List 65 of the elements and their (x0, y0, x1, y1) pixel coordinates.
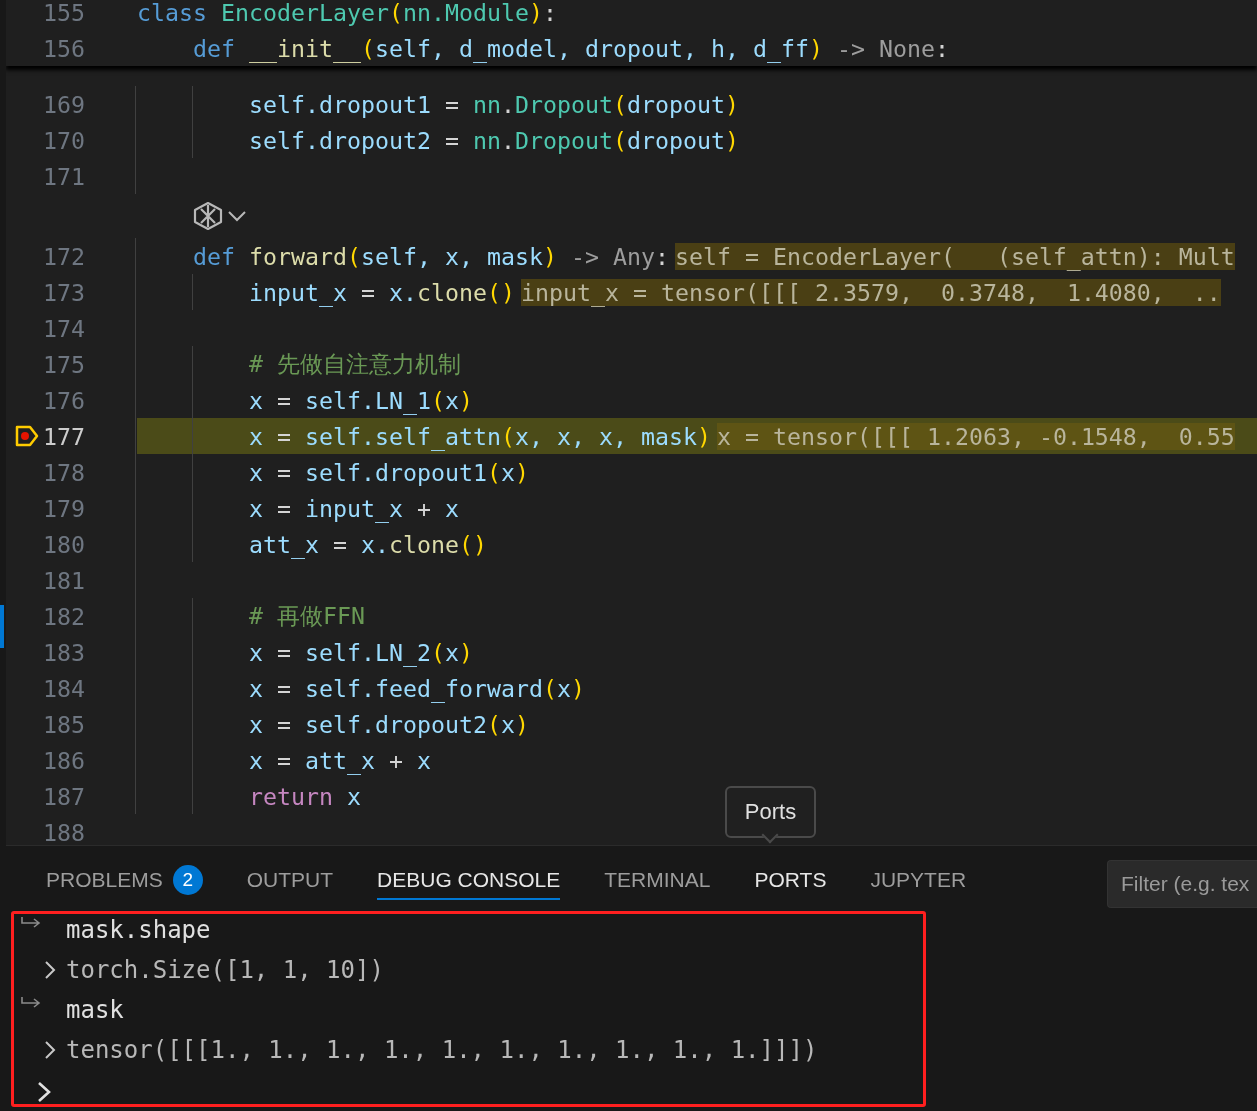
line-number: 180 (43, 530, 85, 558)
line-number: 179 (43, 494, 85, 522)
inline-value: input_x = tensor([[[ 2.3579, 0.3748, 1.4080, .. (520, 278, 1221, 306)
chevron-right-icon[interactable] (43, 1039, 57, 1061)
code-line: x = att_x + x (247, 746, 431, 774)
code-line: x = self.dropout1(x) (247, 458, 529, 486)
panel-tab[interactable]: TERMINAL (604, 860, 711, 900)
panel-tab[interactable]: PORTS (754, 860, 827, 900)
line-number: 177 (43, 422, 85, 450)
code-line: # 先做自注意力机制 (247, 348, 461, 379)
line-number: 155 (43, 0, 85, 26)
line-number: 174 (43, 314, 85, 342)
inline-value: x = tensor([[[ 1.2063, -0.1548, 0.55 (716, 422, 1235, 450)
line-number: 173 (43, 278, 85, 306)
code-line: def __init__(self, d_model, dropout, h, d_ff) -> None: (192, 34, 949, 62)
line-number: 185 (43, 710, 85, 738)
prompt-icon (36, 1080, 52, 1104)
line-number: 187 (43, 782, 85, 810)
code-line: def forward(self, x, mask) -> Any: (192, 242, 669, 270)
focus-marker (0, 605, 4, 648)
line-number: 176 (43, 386, 85, 414)
panel-tab[interactable]: DEBUG CONSOLE (377, 860, 561, 900)
code-line: input_x = x.clone() (247, 278, 515, 306)
panel-tab[interactable]: JUPYTER (870, 860, 967, 900)
code-line: att_x = x.clone() (247, 530, 487, 558)
console-text: mask (66, 996, 124, 1024)
line-number: 170 (43, 126, 85, 154)
code-line: x = self.dropout2(x) (247, 710, 529, 738)
filter-field[interactable]: Filter (e.g. tex (1107, 859, 1257, 908)
code-line: self.dropout1 = nn.Dropout(dropout) (247, 90, 739, 118)
line-number: 172 (43, 242, 85, 270)
console-text: mask.shape (66, 916, 211, 944)
code-line: self.dropout2 = nn.Dropout(dropout) (247, 126, 739, 154)
line-number: 169 (43, 90, 85, 118)
line-number: 183 (43, 638, 85, 666)
line-number: 175 (43, 350, 85, 378)
chevron-right-icon[interactable] (43, 959, 57, 981)
line-number: 178 (43, 458, 85, 486)
sparkle-icon[interactable] (191, 200, 225, 232)
line-number: 182 (43, 602, 85, 630)
panel-tab[interactable]: OUTPUT (246, 860, 334, 900)
arrow-icon (20, 996, 42, 1010)
line-number: 188 (43, 818, 85, 845)
code-line: x = self.LN_1(x) (247, 386, 473, 414)
line-number: 181 (43, 566, 85, 594)
chevron-down-icon[interactable] (227, 209, 247, 223)
console-text: torch.Size([1, 1, 10]) (66, 956, 384, 984)
line-number: 156 (43, 34, 85, 62)
tooltip: Ports (725, 786, 816, 838)
arrow-icon (20, 916, 42, 930)
console-text: tensor([[[1., 1., 1., 1., 1., 1., 1., 1., 1., 1.]]]) (66, 1036, 818, 1064)
code-line: x = input_x + x (247, 494, 459, 522)
line-number: 184 (43, 674, 85, 702)
code-line: x = self.feed_forward(x) (247, 674, 585, 702)
code-line: x = self.self_attn(x, x, x, mask) (247, 422, 711, 450)
code-line: # 再做FFN (247, 600, 365, 631)
breakpoint-icon[interactable] (14, 424, 40, 448)
code-line: return x (247, 782, 361, 810)
panel-tab[interactable]: PROBLEMS 2 (46, 857, 203, 903)
line-number: 186 (43, 746, 85, 774)
code-line: x = self.LN_2(x) (247, 638, 473, 666)
line-number: 171 (43, 162, 85, 190)
code-line: class EncoderLayer(nn.Module): (137, 0, 557, 26)
inline-value: self = EncoderLayer( (self_attn): Mult (674, 242, 1235, 270)
count-badge: 2 (172, 865, 203, 895)
